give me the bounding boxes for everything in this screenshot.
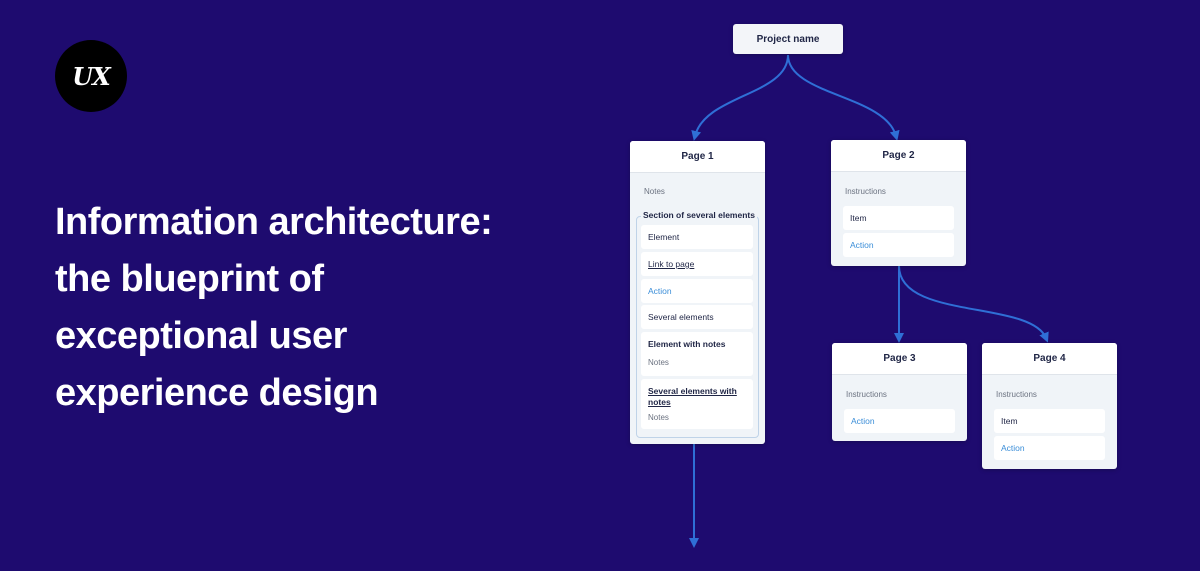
- page4-title: Page 4: [982, 343, 1117, 375]
- section-title: Section of several elements: [641, 210, 757, 220]
- page3-instructions: Instructions: [846, 390, 887, 399]
- page2-title: Page 2: [831, 140, 966, 172]
- page2-action[interactable]: Action: [843, 233, 954, 257]
- element-with-notes-title: Element with notes: [648, 339, 726, 349]
- connector-project-page2: [787, 54, 900, 141]
- element-with-notes-item[interactable]: Element with notes Notes: [641, 332, 753, 376]
- connector-lines: [689, 54, 1049, 548]
- several-with-notes-note: Notes: [648, 413, 669, 422]
- page4-item[interactable]: Item: [994, 409, 1105, 433]
- action-item[interactable]: Action: [641, 279, 753, 303]
- link-to-page-item[interactable]: Link to page: [641, 252, 753, 276]
- several-with-notes-title: Several elements with notes: [648, 386, 737, 407]
- connector-project-page1: [691, 54, 789, 141]
- element-item[interactable]: Element: [641, 225, 753, 249]
- page2-instructions: Instructions: [845, 187, 886, 196]
- several-with-notes-item[interactable]: Several elements with notes Notes: [641, 379, 753, 429]
- page4-node[interactable]: Page 4 Instructions Item Action: [982, 343, 1117, 469]
- page2-node[interactable]: Page 2 Instructions Item Action: [831, 140, 966, 266]
- page4-instructions: Instructions: [996, 390, 1037, 399]
- page2-item[interactable]: Item: [843, 206, 954, 230]
- page3-action[interactable]: Action: [844, 409, 955, 433]
- several-elements-item[interactable]: Several elements: [641, 305, 753, 329]
- connector-page2-page4: [898, 265, 1049, 343]
- page1-node[interactable]: Page 1 Notes Section of several elements…: [630, 141, 765, 444]
- project-node[interactable]: Project name: [733, 24, 843, 54]
- page1-notes: Notes: [644, 187, 665, 196]
- page3-node[interactable]: Page 3 Instructions Action: [832, 343, 967, 441]
- page1-title: Page 1: [630, 141, 765, 173]
- element-with-notes-note: Notes: [648, 358, 669, 367]
- page3-title: Page 3: [832, 343, 967, 375]
- page4-action[interactable]: Action: [994, 436, 1105, 460]
